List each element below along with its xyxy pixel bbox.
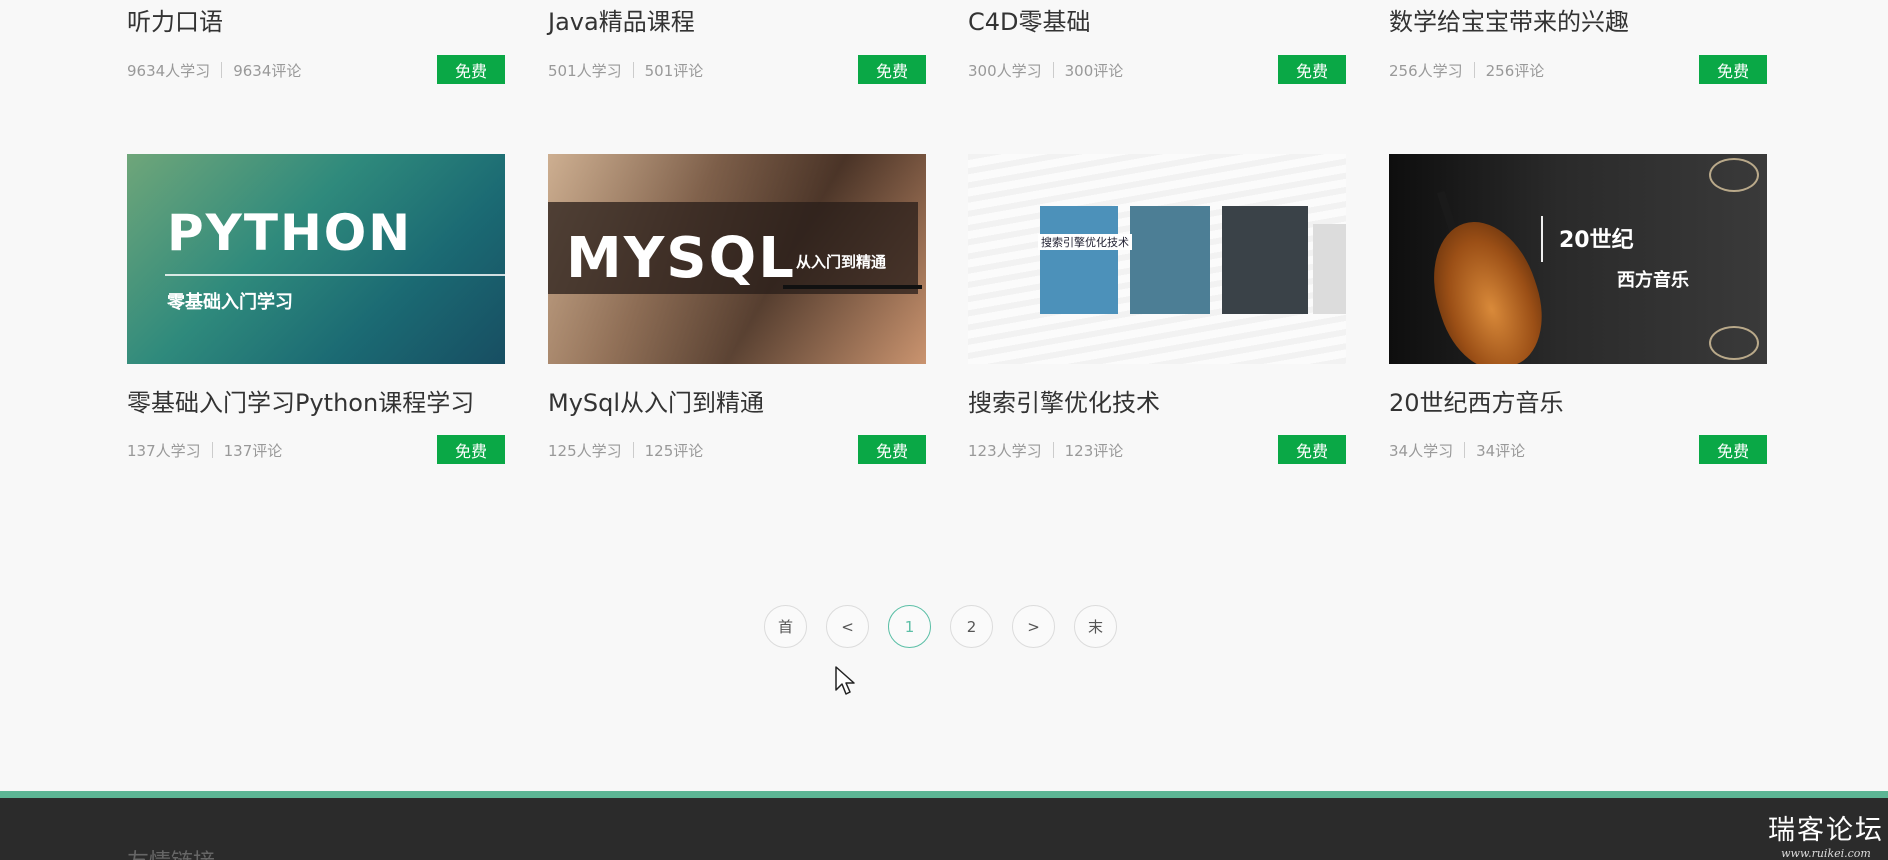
- free-badge: 免费: [858, 435, 926, 464]
- comment-count: 501评论: [644, 62, 704, 80]
- footer-accent-line: [0, 791, 1888, 798]
- course-title[interactable]: 数学给宝宝带来的兴趣: [1389, 2, 1629, 37]
- thumbnail-title: 20世纪: [1559, 228, 1634, 253]
- divider: [1473, 62, 1475, 78]
- thumbnail-bracket: [1541, 216, 1543, 262]
- divider: [1464, 442, 1466, 458]
- learner-count: 123人学习: [968, 442, 1042, 460]
- comment-count: 9634评论: [233, 62, 302, 80]
- learner-count: 137人学习: [127, 442, 201, 460]
- course-meta: 123人学习 123评论: [968, 440, 1123, 461]
- watermark-url: www.ruikei.com: [1781, 847, 1871, 860]
- divider: [632, 442, 634, 458]
- course-thumbnail[interactable]: 20世纪 西方音乐: [1389, 154, 1767, 364]
- course-title[interactable]: 零基础入门学习Python课程学习: [127, 383, 474, 418]
- course-title[interactable]: Java精品课程: [548, 2, 695, 37]
- course-meta: 501人学习 501评论: [548, 60, 703, 81]
- course-meta: 300人学习 300评论: [968, 60, 1123, 81]
- course-title[interactable]: 听力口语: [127, 2, 223, 37]
- thumbnail-subtitle: 零基础入门学习: [167, 292, 293, 313]
- course-list-page: 听力口语 9634人学习 9634评论 免费 Java精品课程 501人学习 501…: [0, 0, 1888, 860]
- arrow-icon: [783, 285, 922, 289]
- comment-count: 125评论: [644, 442, 704, 460]
- footer: 友情链接: [0, 798, 1888, 860]
- course-title[interactable]: MySql从入门到精通: [548, 383, 764, 418]
- divider: [221, 62, 223, 78]
- thumbnail-subtitle: 西方音乐: [1617, 270, 1689, 291]
- thumbnail-caption: 搜索引擎优化技术: [1038, 234, 1132, 250]
- free-badge: 免费: [1699, 55, 1767, 84]
- cello-icon: [1416, 208, 1558, 364]
- next-page-button[interactable]: >: [1012, 605, 1055, 648]
- prev-page-button[interactable]: <: [826, 605, 869, 648]
- course-meta: 125人学习 125评论: [548, 440, 703, 461]
- thumbnail-subtitle: 从入门到精通: [796, 253, 887, 271]
- course-thumbnail[interactable]: MYSQL 从入门到精通: [548, 154, 926, 364]
- comment-count: 123评论: [1064, 442, 1124, 460]
- divider: [211, 442, 213, 458]
- course-card[interactable]: 20世纪 西方音乐 20世纪西方音乐 34人学习 34评论 免费: [1389, 154, 1767, 464]
- friend-links-heading: 友情链接: [127, 844, 215, 860]
- seo-letter-s: [1040, 206, 1118, 314]
- course-meta: 9634人学习 9634评论: [127, 60, 301, 81]
- seo-letter-o: [1222, 206, 1308, 314]
- course-card[interactable]: PYTHON 零基础入门学习 零基础入门学习Python课程学习 137人学习 1…: [127, 154, 505, 464]
- course-thumbnail[interactable]: 搜索引擎优化技术: [968, 154, 1346, 364]
- seo-letter-ghost: [1313, 224, 1346, 314]
- free-badge: 免费: [437, 435, 505, 464]
- learner-count: 125人学习: [548, 442, 622, 460]
- course-title[interactable]: C4D零基础: [968, 2, 1091, 37]
- pagination: 首 < 1 2 > 末: [764, 605, 1117, 648]
- divider: [1052, 442, 1054, 458]
- divider: [1052, 62, 1054, 78]
- free-badge: 免费: [858, 55, 926, 84]
- watermark-name: 瑞客论坛: [1768, 815, 1884, 846]
- thumbnail-title: PYTHON: [167, 204, 413, 262]
- comment-count: 137评论: [223, 442, 283, 460]
- learner-count: 256人学习: [1389, 62, 1463, 80]
- course-thumbnail[interactable]: PYTHON 零基础入门学习: [127, 154, 505, 364]
- seo-letter-e: [1130, 206, 1210, 314]
- ornament-icon: [1709, 326, 1759, 360]
- course-meta: 256人学习 256评论: [1389, 60, 1544, 81]
- course-title[interactable]: 搜索引擎优化技术: [968, 383, 1160, 418]
- course-meta: 137人学习 137评论: [127, 440, 282, 461]
- ornament-icon: [1709, 158, 1759, 192]
- comment-count: 34评论: [1476, 442, 1526, 460]
- free-badge: 免费: [1278, 55, 1346, 84]
- free-badge: 免费: [1699, 435, 1767, 464]
- course-card[interactable]: MYSQL 从入门到精通 MySql从入门到精通 125人学习 125评论 免费: [548, 154, 926, 464]
- page-1-button[interactable]: 1: [888, 605, 931, 648]
- comment-count: 300评论: [1064, 62, 1124, 80]
- learner-count: 34人学习: [1389, 442, 1454, 460]
- free-badge: 免费: [437, 55, 505, 84]
- comment-count: 256评论: [1485, 62, 1545, 80]
- thumbnail-title: MYSQL: [566, 226, 796, 291]
- learner-count: 300人学习: [968, 62, 1042, 80]
- watermark: 瑞客论坛 www.ruikei.com: [1768, 808, 1884, 860]
- last-page-button[interactable]: 末: [1074, 605, 1117, 648]
- divider: [632, 62, 634, 78]
- learner-count: 9634人学习: [127, 62, 211, 80]
- course-card[interactable]: 搜索引擎优化技术 搜索引擎优化技术 123人学习 123评论 免费: [968, 154, 1346, 464]
- thumbnail-divider: [165, 274, 505, 276]
- free-badge: 免费: [1278, 435, 1346, 464]
- page-2-button[interactable]: 2: [950, 605, 993, 648]
- first-page-button[interactable]: 首: [764, 605, 807, 648]
- course-meta: 34人学习 34评论: [1389, 440, 1525, 461]
- course-title[interactable]: 20世纪西方音乐: [1389, 383, 1564, 418]
- learner-count: 501人学习: [548, 62, 622, 80]
- mouse-cursor-icon: [835, 666, 855, 695]
